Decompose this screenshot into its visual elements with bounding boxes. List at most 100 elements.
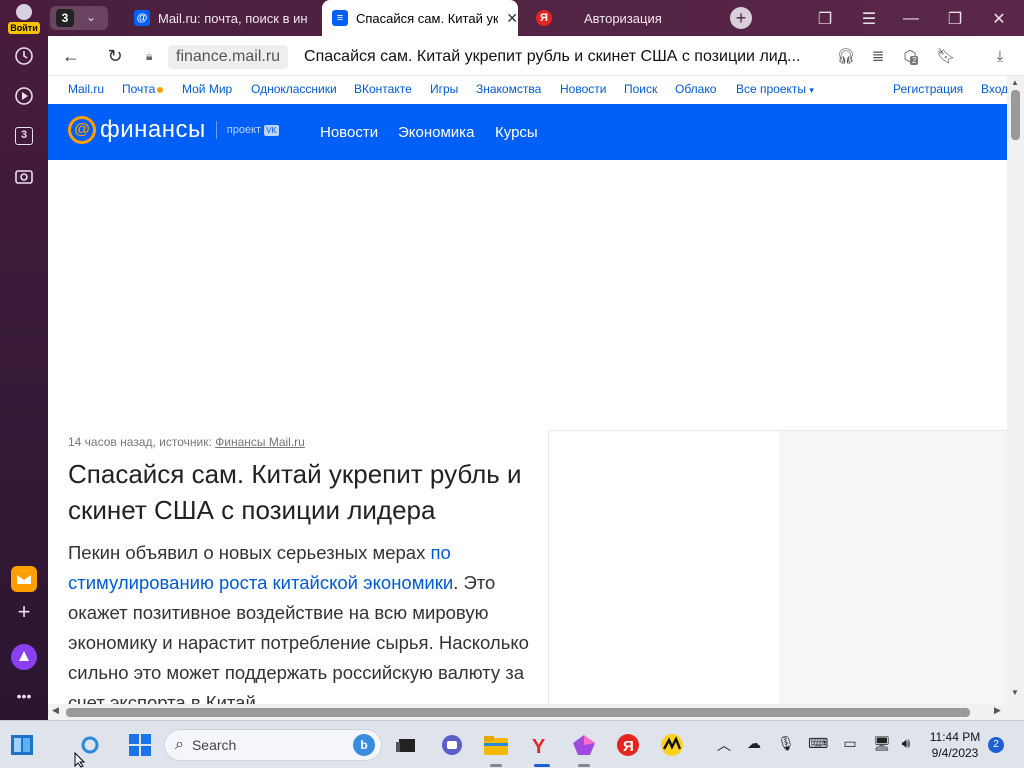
tabs-count-icon[interactable]: 3 (12, 124, 36, 148)
close-window-icon[interactable]: ✕ (988, 8, 1010, 30)
url-field[interactable]: 🔒︎ finance.mail.ru Спасайся сам. Китай у… (146, 44, 836, 70)
history-icon[interactable] (12, 44, 36, 68)
new-tab-button[interactable]: + (730, 7, 752, 29)
nav-economy[interactable]: Экономика (398, 124, 474, 141)
minimize-icon[interactable]: — (900, 8, 922, 30)
bing-icon[interactable]: b (353, 734, 375, 756)
url-page-title: Спасайся сам. Китай укрепит рубль и скин… (304, 48, 801, 65)
screenshot-icon[interactable] (12, 164, 36, 188)
tab-group-button[interactable]: 3 ⌄ (50, 6, 108, 30)
reader-icon[interactable]: ≣ (868, 46, 888, 66)
yandex-music-icon[interactable] (658, 731, 686, 759)
finance-header: @ финансы проект VK Новости Экономика Ку… (48, 104, 1007, 160)
scroll-up-icon[interactable]: ▲ (1011, 78, 1019, 87)
mail-favicon-icon: @ (134, 10, 150, 26)
play-icon[interactable] (12, 84, 36, 108)
nav-rates[interactable]: Курсы (495, 124, 538, 141)
article-headline: Спасайся сам. Китай укрепит рубль и скин… (68, 459, 522, 525)
horizontal-scroll-thumb[interactable] (66, 708, 970, 717)
portal-link-news[interactable]: Новости (560, 82, 606, 96)
tab-article[interactable]: ≡ Спасайся сам. Китай ук ✕ (322, 0, 518, 36)
scroll-right-icon[interactable]: ▶ (994, 705, 1001, 716)
tab-group-count: 3 (56, 9, 74, 27)
logo-project: проект (226, 124, 262, 136)
vertical-scrollbar[interactable]: ▲ ▼ (1007, 76, 1024, 704)
tab-title: Спасайся сам. Китай ук (356, 10, 499, 26)
yandex-browser-icon[interactable]: Y (526, 731, 554, 759)
microphone-icon[interactable]: 🎙︎ (776, 735, 796, 752)
portal-link-all-projects[interactable]: Все проекты ▾ (736, 82, 814, 96)
scroll-left-icon[interactable]: ◀ (52, 705, 59, 716)
register-link[interactable]: Регистрация (893, 82, 963, 96)
portal-link-search[interactable]: Поиск (624, 82, 657, 96)
menu-icon[interactable]: ☰ (858, 8, 880, 30)
widgets-icon[interactable] (8, 731, 36, 759)
display-icon[interactable]: ▭ (840, 735, 860, 752)
vertical-scroll-thumb[interactable] (1011, 90, 1020, 140)
task-view-icon[interactable] (392, 731, 420, 759)
gem-app-icon[interactable] (570, 731, 598, 759)
source-link[interactable]: Финансы Mail.ru (215, 435, 305, 449)
portal-link-cloud[interactable]: Облако (675, 82, 716, 96)
login-button[interactable]: Войти (8, 4, 40, 34)
system-clock[interactable]: 11:44 PM 9/4/2023 (926, 729, 984, 761)
avatar (16, 4, 32, 20)
collections-icon[interactable]: ❐ (814, 8, 836, 30)
network-icon[interactable]: 🖥︎ (872, 735, 892, 752)
login-label: Войти (8, 22, 40, 34)
tab-title: Mail.ru: почта, поиск в ин (158, 10, 308, 26)
search-placeholder: Search (191, 737, 237, 753)
tab-auth[interactable]: Я Авторизация (526, 0, 716, 36)
scroll-down-icon[interactable]: ▼ (1011, 688, 1019, 697)
side-ad (779, 431, 1008, 721)
horizontal-scrollbar[interactable]: ◀ ▶ (48, 704, 1007, 720)
portal-link-dating[interactable]: Знакомства (476, 82, 541, 96)
caret-down-icon: ▾ (809, 85, 814, 95)
keyboard-icon[interactable]: ⌨ (808, 735, 828, 752)
svg-text:Я: Я (623, 738, 634, 755)
portal-link-ok[interactable]: Одноклассники (251, 82, 337, 96)
mail-notify-dot (157, 86, 164, 93)
notification-badge[interactable]: 2 (988, 737, 1004, 753)
file-explorer-icon[interactable] (482, 731, 510, 759)
tab-title: Авторизация (584, 10, 662, 26)
svg-text:Y: Y (532, 736, 546, 757)
bookmark-icon[interactable]: 🔖︎ (936, 46, 956, 66)
download-icon[interactable]: ⤓ (990, 46, 1010, 66)
finance-logo[interactable]: @ финансы проект VK (68, 116, 279, 144)
tab-mail[interactable]: @ Mail.ru: почта, поиск в ин (124, 0, 314, 36)
alice-icon[interactable] (11, 644, 37, 670)
address-bar: ← ↻ 🔒︎ finance.mail.ru Спасайся сам. Кит… (48, 36, 1024, 76)
nav-news[interactable]: Новости (320, 124, 378, 141)
side-panel (548, 430, 1008, 721)
onedrive-icon[interactable]: ☁ (744, 735, 764, 752)
headphones-icon[interactable]: 🎧︎ (836, 46, 856, 66)
logo-word: финансы (100, 116, 206, 143)
login-link[interactable]: Вход (981, 82, 1008, 96)
close-icon[interactable]: ✕ (506, 10, 518, 27)
protect-badge: 2 (910, 56, 919, 65)
reload-icon[interactable]: ↻ (104, 45, 126, 67)
more-icon[interactable]: ••• (12, 684, 36, 708)
portal-link-mailru[interactable]: Mail.ru (68, 82, 104, 96)
portal-link-vk[interactable]: ВКонтакте (354, 82, 412, 96)
browser-sidebar: Войти 3 + ••• (0, 0, 48, 720)
start-icon[interactable] (126, 731, 154, 759)
mail-app-icon[interactable] (11, 566, 37, 592)
back-icon[interactable]: ← (60, 45, 82, 67)
portal-link-games[interactable]: Игры (430, 82, 458, 96)
taskbar-search[interactable]: ⌕ Search b (164, 729, 382, 761)
tray-chevron-up-icon[interactable]: ︿ (714, 735, 734, 755)
finance-favicon-icon: ≡ (332, 10, 348, 26)
volume-icon[interactable]: 🔊︎ (896, 735, 916, 752)
yandex-icon[interactable]: Я (614, 731, 642, 759)
title-bar: 3 ⌄ @ Mail.ru: почта, поиск в ин ≡ Спаса… (48, 0, 1024, 36)
add-icon[interactable]: + (12, 599, 36, 624)
portal-link-moymir[interactable]: Мой Мир (182, 82, 232, 96)
restore-icon[interactable]: ❐ (944, 8, 966, 30)
teams-icon[interactable] (438, 731, 466, 759)
portal-link-pochta[interactable]: Почта (122, 82, 164, 96)
protect-icon[interactable]: ⬡ 2 (900, 46, 920, 66)
article-lead: Пекин объявил о новых серьезных мерах по… (68, 542, 529, 713)
clock-time: 11:44 PM (929, 730, 981, 744)
